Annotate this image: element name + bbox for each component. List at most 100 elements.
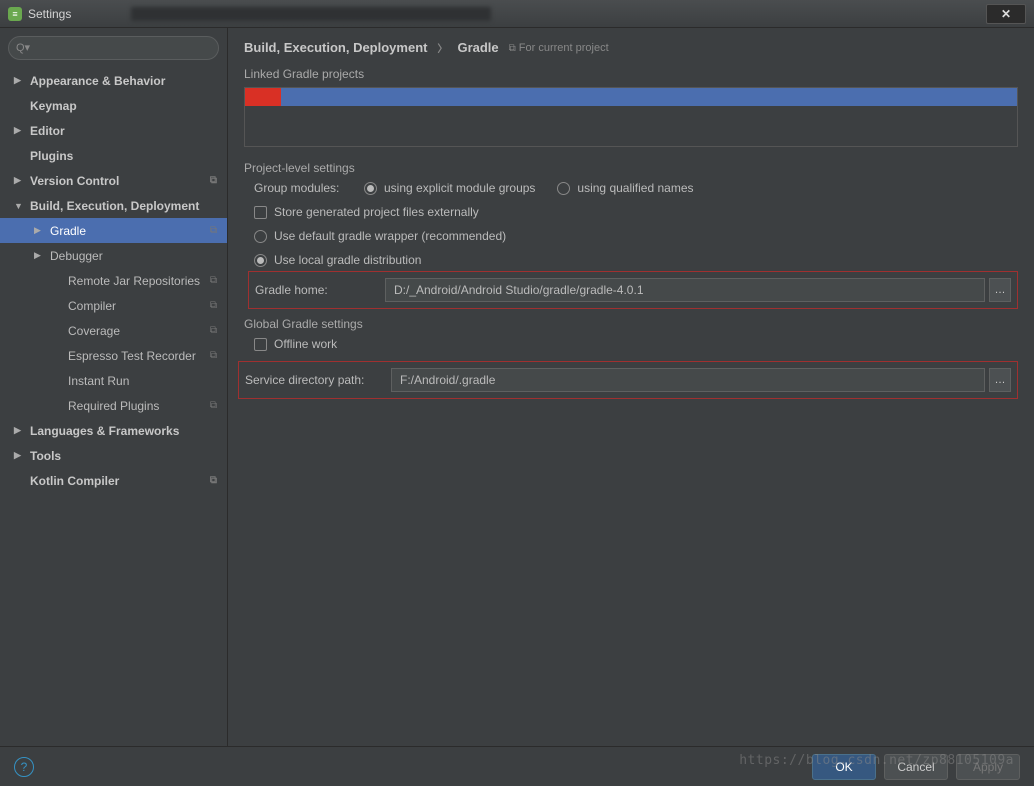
offline-work-row[interactable]: Offline work: [254, 337, 1018, 351]
group-modules-label: Group modules:: [254, 181, 364, 195]
copy-icon: ⧉: [210, 300, 217, 311]
tree-item-label: Required Plugins: [68, 399, 159, 413]
copy-icon: ⧉: [210, 275, 217, 286]
close-button[interactable]: ✕: [986, 4, 1026, 24]
gradle-home-row: Gradle home: …: [248, 271, 1018, 309]
linked-projects-list[interactable]: [244, 87, 1018, 147]
service-dir-label: Service directory path:: [245, 373, 391, 387]
tree-item-label: Espresso Test Recorder: [68, 349, 196, 363]
search-input[interactable]: [8, 36, 219, 60]
use-default-wrapper-row[interactable]: Use default gradle wrapper (recommended): [254, 229, 1018, 243]
tree-item[interactable]: ▶ Languages & Frameworks: [0, 418, 227, 443]
tree-item-label: Editor: [30, 124, 65, 138]
linked-projects-label: Linked Gradle projects: [244, 67, 1018, 81]
window-title: Settings: [28, 7, 71, 21]
tree-item-label: Languages & Frameworks: [30, 424, 179, 438]
tree-item[interactable]: Keymap: [0, 93, 227, 118]
opt-explicit-groups[interactable]: using explicit module groups: [364, 181, 535, 195]
global-settings-label: Global Gradle settings: [244, 317, 1018, 331]
opt-qualified-names[interactable]: using qualified names: [557, 181, 693, 195]
tree-item-label: Appearance & Behavior: [30, 74, 165, 88]
tree-item-label: Version Control: [30, 174, 119, 188]
tree-item-label: Instant Run: [68, 374, 129, 388]
gradle-home-label: Gradle home:: [255, 283, 385, 297]
arrow-icon: ▼: [14, 201, 26, 211]
arrow-icon: ▶: [14, 125, 26, 136]
project-level-form: Group modules: using explicit module gro…: [244, 181, 1018, 315]
copy-icon: ⧉: [509, 43, 516, 54]
tree-item[interactable]: Remote Jar Repositories ⧉: [0, 268, 227, 293]
tree-item[interactable]: Coverage ⧉: [0, 318, 227, 343]
tree-item[interactable]: ▶ Version Control ⧉: [0, 168, 227, 193]
browse-gradle-home-button[interactable]: …: [989, 278, 1011, 302]
tree-item[interactable]: Compiler ⧉: [0, 293, 227, 318]
breadcrumb-root[interactable]: Build, Execution, Deployment: [244, 40, 427, 55]
arrow-icon: ▶: [14, 175, 26, 186]
arrow-icon: ▶: [34, 225, 46, 236]
global-form: Offline work Service directory path: …: [244, 337, 1018, 405]
copy-icon: ⧉: [210, 400, 217, 411]
tree-item-label: Kotlin Compiler: [30, 474, 119, 488]
search-wrap: Q▾: [0, 28, 227, 66]
copy-icon: ⧉: [210, 350, 217, 361]
group-modules-row: Group modules: using explicit module gro…: [254, 181, 1018, 195]
checkbox-icon: [254, 206, 267, 219]
radio-icon: [254, 230, 267, 243]
tree-item[interactable]: Plugins: [0, 143, 227, 168]
tree-item[interactable]: Instant Run: [0, 368, 227, 393]
tree-item[interactable]: ▶ Debugger: [0, 243, 227, 268]
radio-icon: [254, 254, 267, 267]
scope-label: ⧉For current project: [509, 42, 609, 54]
search-icon: Q▾: [16, 41, 30, 54]
tree-item-label: Build, Execution, Deployment: [30, 199, 199, 213]
tree-item-label: Remote Jar Repositories: [68, 274, 200, 288]
tree-item[interactable]: ▶ Tools: [0, 443, 227, 468]
copy-icon: ⧉: [210, 325, 217, 336]
main-area: Q▾ ▶ Appearance & Behavior Keymap ▶ Editor Pl…: [0, 28, 1034, 746]
copy-icon: ⧉: [210, 475, 217, 486]
arrow-icon: ▶: [14, 450, 26, 461]
breadcrumb: Build, Execution, Deployment 〉 Gradle ⧉F…: [244, 40, 1018, 55]
checkbox-icon: [254, 338, 267, 351]
tree-item[interactable]: ▼ Build, Execution, Deployment: [0, 193, 227, 218]
copy-icon: ⧉: [210, 225, 217, 236]
tree-item-label: Debugger: [50, 249, 103, 263]
copy-icon: ⧉: [210, 175, 217, 186]
apply-button[interactable]: Apply: [956, 754, 1020, 780]
tree-item-label: Coverage: [68, 324, 120, 338]
service-dir-row: Service directory path: …: [238, 361, 1018, 399]
arrow-icon: ▶: [14, 425, 26, 436]
tree-item-label: Tools: [30, 449, 61, 463]
radio-icon: [364, 182, 377, 195]
tree-item-label: Keymap: [30, 99, 77, 113]
tree-item[interactable]: ▶ Editor: [0, 118, 227, 143]
tree-item[interactable]: Espresso Test Recorder ⧉: [0, 343, 227, 368]
cancel-button[interactable]: Cancel: [884, 754, 948, 780]
arrow-icon: ▶: [34, 250, 46, 261]
browse-service-dir-button[interactable]: …: [989, 368, 1011, 392]
tree-item[interactable]: ▶ Appearance & Behavior: [0, 68, 227, 93]
use-local-dist-row[interactable]: Use local gradle distribution: [254, 253, 1018, 267]
sidebar: Q▾ ▶ Appearance & Behavior Keymap ▶ Editor Pl…: [0, 28, 228, 746]
app-icon: ≡: [8, 7, 22, 21]
tree-item-label: Plugins: [30, 149, 73, 163]
help-button[interactable]: ?: [14, 757, 34, 777]
radio-icon: [557, 182, 570, 195]
breadcrumb-leaf: Gradle: [457, 40, 498, 55]
titlebar: ≡ Settings ✕: [0, 0, 1034, 28]
footer: ? OK Cancel Apply: [0, 746, 1034, 786]
tree-item-label: Gradle: [50, 224, 86, 238]
project-level-label: Project-level settings: [244, 161, 1018, 175]
ok-button[interactable]: OK: [812, 754, 876, 780]
tree-item[interactable]: ▶ Gradle ⧉: [0, 218, 227, 243]
store-external-row[interactable]: Store generated project files externally: [254, 205, 1018, 219]
tree-item[interactable]: Kotlin Compiler ⧉: [0, 468, 227, 493]
gradle-home-input[interactable]: [385, 278, 985, 302]
blurred-region: [131, 7, 491, 21]
linked-project-row[interactable]: [245, 88, 1017, 106]
arrow-icon: ▶: [14, 75, 26, 86]
chevron-right-icon: 〉: [437, 40, 447, 55]
service-dir-input[interactable]: [391, 368, 985, 392]
tree-item[interactable]: Required Plugins ⧉: [0, 393, 227, 418]
tree-item-label: Compiler: [68, 299, 116, 313]
